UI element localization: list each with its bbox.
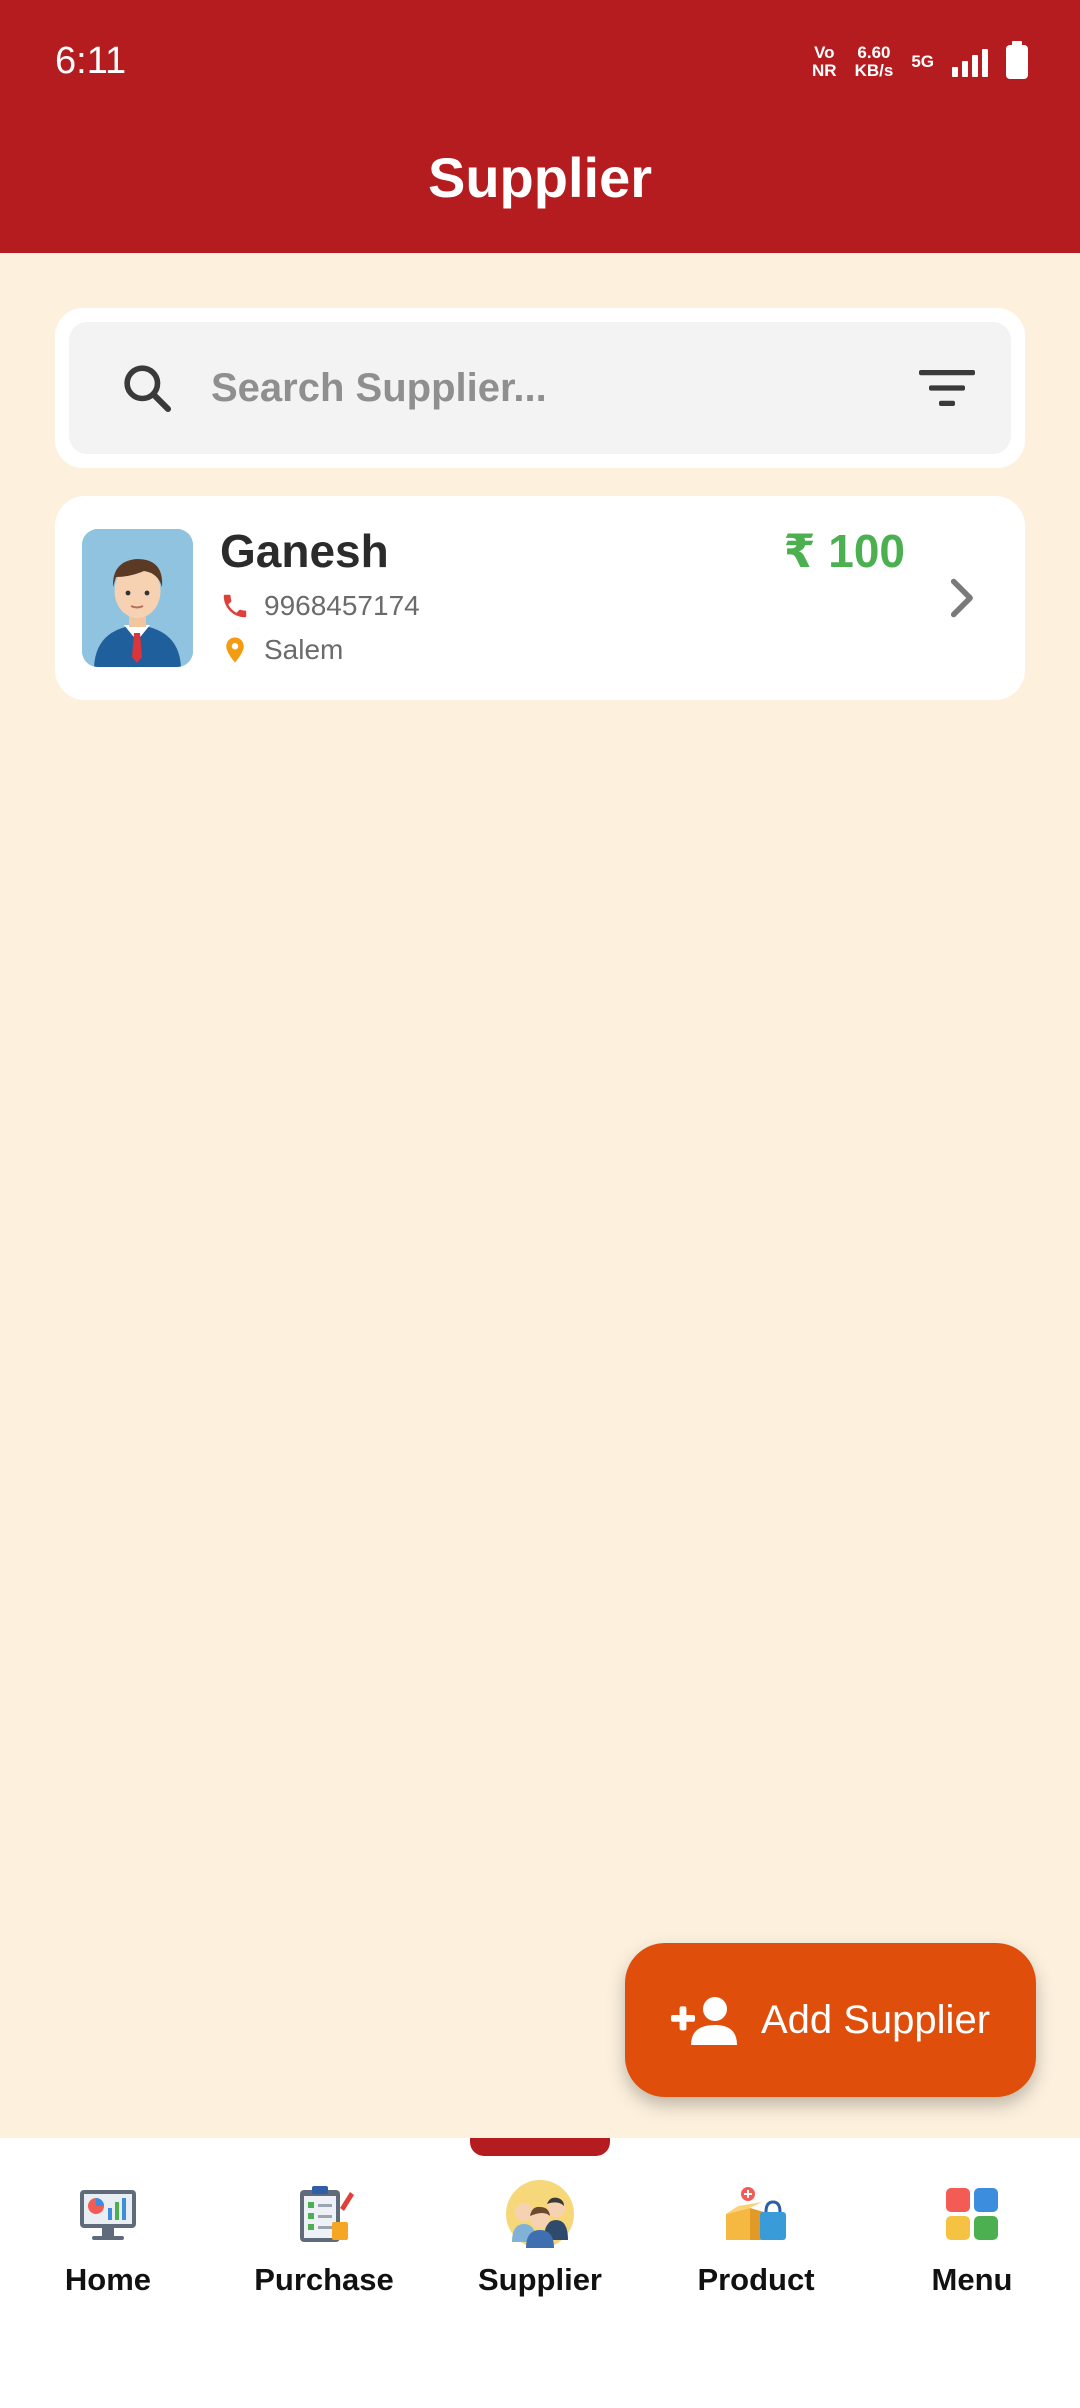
status-time: 6:11 [55, 40, 127, 82]
volte-indicator: Vo NR [812, 43, 837, 80]
nav-supplier[interactable]: Supplier [432, 2178, 648, 2328]
purchase-clipboard-icon [300, 2186, 354, 2242]
add-supplier-label: Add Supplier [760, 1997, 991, 2042]
supplier-card[interactable]: Ganesh 9968457174 Salem ₹ 100 [55, 496, 1025, 700]
supplier-phone-row: 9968457174 [220, 590, 420, 622]
nav-product[interactable]: Product [648, 2178, 864, 2328]
search-bar[interactable] [69, 322, 1011, 454]
signal-type: 5G [911, 52, 934, 71]
supplier-location-row: Salem [220, 634, 343, 666]
active-tab-indicator [470, 2138, 610, 2156]
page-title: Supplier [427, 146, 653, 209]
phone-icon [223, 594, 247, 618]
add-person-icon [670, 1997, 737, 2045]
search-icon [124, 365, 172, 413]
supplier-location: Salem [264, 634, 344, 665]
home-dashboard-icon [80, 2190, 136, 2240]
nav-supplier-label: Supplier [477, 2262, 602, 2297]
battery-icon [1006, 41, 1028, 79]
nav-purchase[interactable]: Purchase [216, 2178, 432, 2328]
nav-product-label: Product [697, 2262, 815, 2297]
supplier-amount: ₹ 100 [783, 525, 905, 577]
menu-grid-icon [946, 2188, 998, 2240]
nav-home-label: Home [64, 2262, 152, 2297]
status-icons: Vo NR 6.60 KB/s 5G [812, 41, 1028, 80]
supplier-name: Ganesh [220, 525, 389, 577]
network-speed: 6.60 KB/s [854, 43, 894, 80]
supplier-avatar [82, 529, 193, 667]
nav-purchase-label: Purchase [254, 2262, 394, 2297]
chevron-right-icon[interactable] [941, 576, 981, 620]
search-container [55, 308, 1025, 468]
product-box-icon [726, 2187, 786, 2240]
supplier-phone: 9968457174 [264, 590, 420, 621]
signal-strength-icon [952, 47, 988, 77]
location-pin-icon [226, 637, 244, 663]
nav-home[interactable]: Home [0, 2178, 216, 2328]
filter-icon[interactable] [919, 368, 975, 408]
nav-menu[interactable]: Menu [864, 2178, 1080, 2328]
bottom-navigation: Home Purchase Supplier Product Menu [0, 2138, 1080, 2408]
nav-menu-label: Menu [931, 2262, 1013, 2297]
app-header: 6:11 Vo NR 6.60 KB/s 5G Supplier [0, 0, 1080, 253]
add-supplier-button[interactable]: Add Supplier [625, 1943, 1036, 2097]
search-input[interactable] [211, 356, 831, 420]
supplier-people-icon [506, 2180, 574, 2248]
